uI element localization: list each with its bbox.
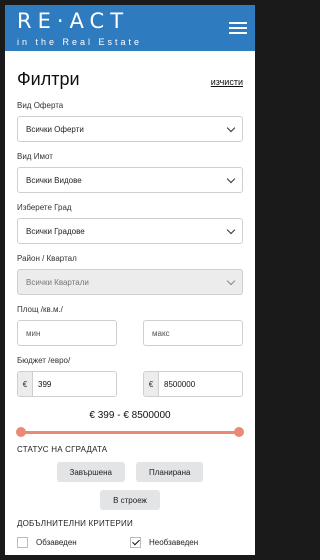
menu-bar-3 xyxy=(229,32,247,34)
unfurnished-checkbox[interactable]: Необзаведен xyxy=(130,535,243,549)
property-type-select[interactable]: Всички Видове xyxy=(17,167,243,193)
area-min-input[interactable]: мин xyxy=(17,320,117,346)
menu-bar-2 xyxy=(229,27,247,29)
furnished-label: Обзаведен xyxy=(36,537,77,547)
furnished-checkbox[interactable]: Обзаведен xyxy=(17,535,130,549)
offer-type-select[interactable]: Всички Оферти xyxy=(17,116,243,142)
property-type-label: Вид Имот xyxy=(17,152,53,161)
status-completed-button[interactable]: Завършена xyxy=(56,462,125,482)
district-value: Всички Квартали xyxy=(26,277,89,287)
range-separator: - xyxy=(117,410,121,421)
status-planned-button[interactable]: Планирана xyxy=(135,462,204,482)
chevron-down-icon xyxy=(226,174,236,183)
euro-prefix: € xyxy=(144,372,159,396)
page-title: Филтри xyxy=(17,69,80,89)
extras-title: ДОБЪЛНИТЕЛНИ КРИТЕРИИ xyxy=(17,519,133,528)
status-under-construction-button[interactable]: В строеж xyxy=(100,490,160,510)
budget-max-field[interactable]: € 8500000 xyxy=(143,371,243,397)
city-label: Изберете Град xyxy=(17,203,72,212)
logo[interactable]: RE·ACT xyxy=(17,10,129,32)
budget-min-field[interactable]: € 399 xyxy=(17,371,117,397)
filters-panel: RE·ACT in the Real Estate Филтри изчисти… xyxy=(5,5,255,555)
district-select: Всички Квартали xyxy=(17,269,243,295)
range-min-text: € 399 xyxy=(89,410,115,421)
offer-type-label: Вид Оферта xyxy=(17,101,64,110)
chevron-down-icon xyxy=(226,276,236,285)
property-type-value: Всички Видове xyxy=(26,175,82,185)
slider-max-handle[interactable] xyxy=(234,427,244,437)
hamburger-menu-icon[interactable] xyxy=(229,22,247,35)
logo-tagline: in the Real Estate xyxy=(17,37,143,47)
district-label: Район / Квартал xyxy=(17,254,77,263)
offer-type-value: Всички Оферти xyxy=(26,124,84,134)
budget-range-slider[interactable] xyxy=(16,427,244,439)
checkbox-checked-icon[interactable] xyxy=(130,536,141,548)
budget-min-value[interactable]: 399 xyxy=(33,372,51,396)
checkbox-icon[interactable] xyxy=(17,536,28,548)
euro-prefix: € xyxy=(18,372,33,396)
area-label: Площ /кв.м./ xyxy=(17,305,63,314)
budget-label: Бюджет /евро/ xyxy=(17,356,71,365)
area-max-input[interactable]: макс xyxy=(143,320,243,346)
app-header: RE·ACT in the Real Estate xyxy=(5,5,255,51)
budget-range-readout: € 399 - € 8500000 xyxy=(17,410,243,421)
building-status-title: СТАТУС НА СГРАДАТА xyxy=(17,445,108,454)
chevron-down-icon xyxy=(226,225,236,234)
slider-min-handle[interactable] xyxy=(16,427,26,437)
slider-track xyxy=(20,431,240,434)
menu-bar-1 xyxy=(229,22,247,24)
range-max-text: € 8500000 xyxy=(123,410,171,421)
city-select[interactable]: Всички Градове xyxy=(17,218,243,244)
clear-filters-link[interactable]: изчисти xyxy=(211,77,243,87)
chevron-down-icon xyxy=(226,123,236,132)
budget-max-value[interactable]: 8500000 xyxy=(159,372,195,396)
unfurnished-label: Необзаведен xyxy=(149,537,199,547)
city-value: Всички Градове xyxy=(26,226,85,236)
